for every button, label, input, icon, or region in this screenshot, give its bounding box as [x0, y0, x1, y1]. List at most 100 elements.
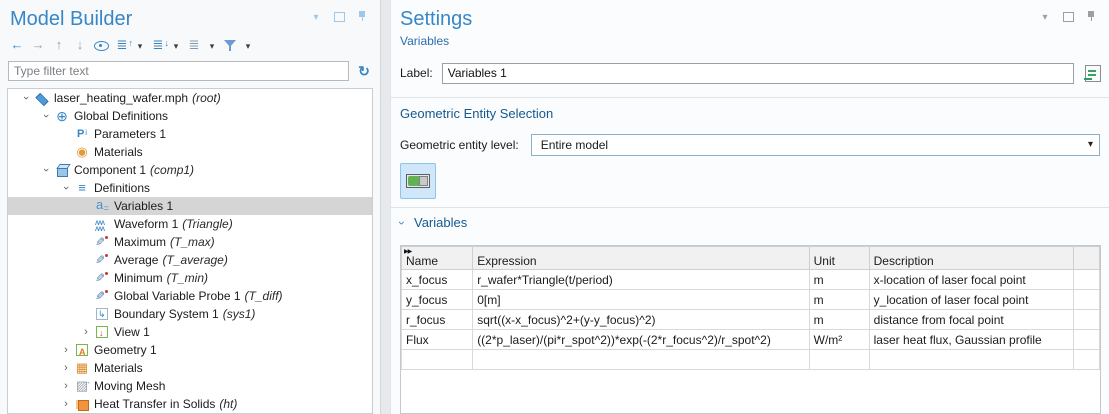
cell-expression[interactable]: ((2*p_laser)/(pi*r_spot^2))*exp(-(2*r_fo… — [473, 330, 809, 350]
tree-item-tag: (ht) — [219, 397, 237, 411]
tree-item-geometry-1[interactable]: Geometry 1 — [8, 341, 372, 359]
tree-item-laser-heating-wafer-mph[interactable]: laser_heating_wafer.mph(root) — [8, 89, 372, 107]
tree-item-global-variable-probe-1[interactable]: Global Variable Probe 1(T_diff) — [8, 287, 372, 305]
list-move-down-button[interactable] — [150, 36, 166, 54]
expander-closed-icon[interactable] — [58, 396, 74, 412]
cell-unit[interactable]: W/m² — [809, 330, 869, 350]
tree-item-tag: (sys1) — [223, 307, 256, 321]
cell-name[interactable]: Flux — [402, 330, 473, 350]
label-input[interactable] — [442, 63, 1074, 84]
list-move-down-icon — [150, 37, 166, 53]
tree-item-tag: (T_average) — [162, 253, 227, 267]
tree-item-definitions[interactable]: Definitions — [8, 179, 372, 197]
panel-menu-icon[interactable] — [308, 8, 324, 24]
cell-expression[interactable]: 0[m] — [473, 290, 809, 310]
cell-description[interactable]: y_location of laser focal point — [869, 290, 1074, 310]
cell-description[interactable]: laser heat flux, Gaussian profile — [869, 330, 1074, 350]
waveform-icon — [94, 216, 110, 232]
settings-window-icons — [1037, 8, 1099, 24]
cell-unit[interactable]: m — [809, 290, 869, 310]
label-field-label: Label: — [400, 66, 433, 80]
cell-name[interactable]: x_focus — [402, 270, 473, 290]
move-down-icon — [72, 37, 88, 53]
pin-icon[interactable] — [354, 8, 370, 24]
tree-item-label: Component 1 — [74, 163, 146, 177]
cell-unit[interactable]: m — [809, 270, 869, 290]
tree-item-view-1[interactable]: View 1 — [8, 323, 372, 341]
geometric-entity-level-select[interactable]: Entire model — [531, 134, 1100, 156]
model-tree: laser_heating_wafer.mph(root)Global Defi… — [7, 88, 373, 414]
show-button[interactable] — [93, 36, 109, 54]
expander-closed-icon[interactable] — [78, 324, 94, 340]
float-icon[interactable] — [331, 8, 347, 24]
expander-open-icon[interactable] — [38, 108, 54, 124]
geometry-icon — [74, 342, 90, 358]
tree-item-maximum[interactable]: Maximum(T_max) — [8, 233, 372, 251]
expander-open-icon[interactable] — [18, 90, 34, 106]
tree-item-minimum[interactable]: Minimum(T_min) — [8, 269, 372, 287]
tree-item-component-1[interactable]: Component 1 (comp1) — [8, 161, 372, 179]
tree-item-parameters-1[interactable]: Parameters 1 — [8, 125, 372, 143]
cell-description[interactable]: distance from focal point — [869, 310, 1074, 330]
cell-unit[interactable] — [809, 350, 869, 370]
back-button[interactable] — [9, 36, 25, 54]
expander-open-icon[interactable] — [38, 162, 54, 178]
tree-item-materials[interactable]: Materials — [8, 359, 372, 377]
variables-section-label: Variables — [414, 215, 467, 230]
table-row: y_focus0[m]my_location of laser focal po… — [402, 290, 1100, 310]
tree-item-boundary-system-1[interactable]: Boundary System 1(sys1) — [8, 305, 372, 323]
tree-item-tag: (comp1) — [150, 163, 194, 177]
component-icon — [54, 162, 70, 178]
cell-name[interactable]: y_focus — [402, 290, 473, 310]
row-marker-icon: ▶▶ — [404, 248, 411, 255]
expander-closed-icon[interactable] — [58, 360, 74, 376]
cell-description[interactable] — [869, 350, 1074, 370]
variables-section-header[interactable]: Variables — [400, 215, 467, 230]
dropdown-caret-icon[interactable] — [171, 37, 181, 53]
tree-item-global-definitions[interactable]: Global Definitions — [8, 107, 372, 125]
filter-button[interactable] — [222, 36, 238, 54]
expander-closed-icon[interactable] — [58, 378, 74, 394]
geometric-entity-level-value: Entire model — [541, 138, 608, 152]
tree-item-heat-transfer-in-solids[interactable]: Heat Transfer in Solids(ht) — [8, 395, 372, 413]
tree-item-average[interactable]: Average(T_average) — [8, 251, 372, 269]
forward-button[interactable] — [30, 36, 46, 54]
tree-item-label: Parameters 1 — [94, 127, 166, 141]
materials-globe-icon — [74, 144, 90, 160]
cell-expression[interactable] — [473, 350, 809, 370]
expander-open-icon[interactable] — [58, 180, 74, 196]
tree-item-label: Materials — [94, 361, 143, 375]
move-down-button[interactable] — [72, 36, 88, 54]
probe-icon — [94, 270, 110, 286]
filter-input[interactable] — [8, 61, 349, 81]
dropdown-caret-icon[interactable] — [135, 37, 145, 53]
cell-expression[interactable]: sqrt((x-x_focus)^2+(y-y_focus)^2) — [473, 310, 809, 330]
geometric-entity-level-label: Geometric entity level: — [400, 138, 519, 152]
tree-item-materials[interactable]: Materials — [8, 143, 372, 161]
list-move-up-button[interactable] — [114, 36, 130, 54]
rename-note-icon[interactable] — [1081, 62, 1103, 84]
tree-item-label: Variables 1 — [114, 199, 173, 213]
settings-title: Settings — [400, 8, 472, 31]
cell-name[interactable] — [402, 350, 473, 370]
cell-unit[interactable]: m — [809, 310, 869, 330]
settings-subtitle: Variables — [391, 31, 1109, 48]
dropdown-caret-icon[interactable] — [207, 37, 217, 53]
refresh-icon[interactable] — [356, 63, 372, 79]
cell-name[interactable]: r_focus — [402, 310, 473, 330]
cell-expression[interactable]: r_wafer*Triangle(t/period) — [473, 270, 809, 290]
cell-description[interactable]: x-location of laser focal point — [869, 270, 1074, 290]
table-row — [402, 350, 1100, 370]
expander-closed-icon[interactable] — [58, 342, 74, 358]
tree-item-moving-mesh[interactable]: Moving Mesh — [8, 377, 372, 395]
float-icon[interactable] — [1060, 8, 1076, 24]
dropdown-caret-icon[interactable] — [243, 37, 253, 53]
panel-menu-icon[interactable] — [1037, 8, 1053, 24]
tree-item-waveform-1[interactable]: Waveform 1(Triangle) — [8, 215, 372, 233]
node-text-button[interactable] — [186, 36, 202, 54]
move-up-button[interactable] — [51, 36, 67, 54]
column-header-unit: Unit — [809, 247, 869, 270]
pin-icon[interactable] — [1083, 8, 1099, 24]
tree-item-variables-1[interactable]: Variables 1 — [8, 197, 372, 215]
active-selection-toggle-button[interactable] — [400, 163, 436, 199]
